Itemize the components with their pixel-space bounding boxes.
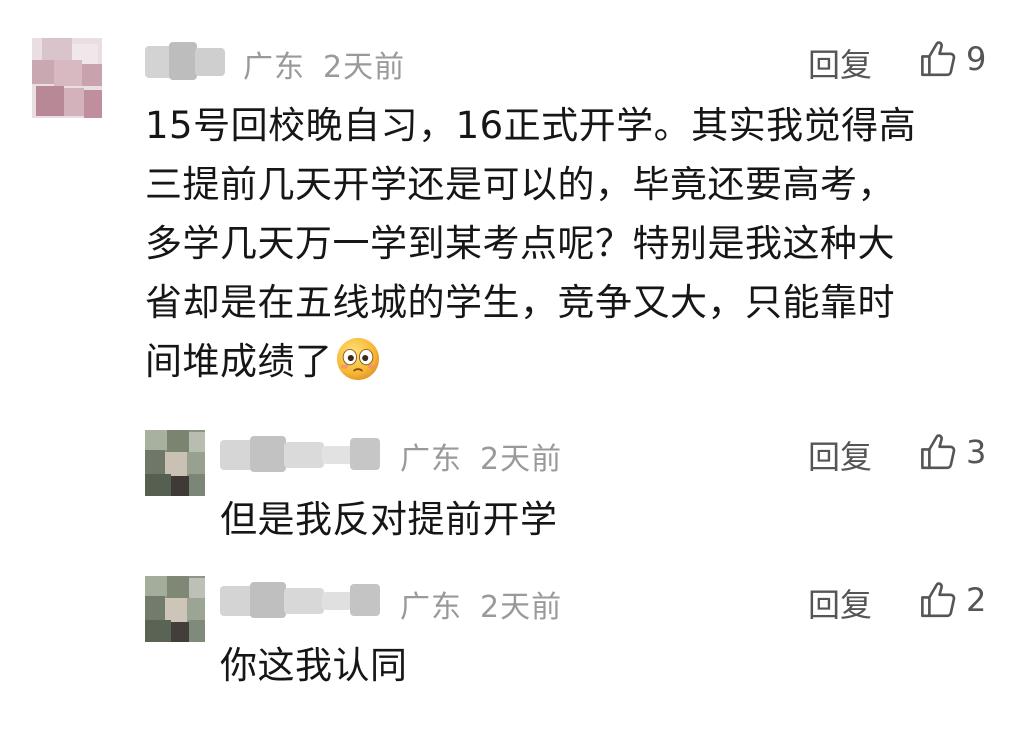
like-count: 2	[966, 581, 987, 619]
comment-meta: 广东 2天前	[400, 434, 562, 478]
time-label: 2天前	[323, 50, 406, 85]
comment-text-line: 15号回校晚自习，16正式开学。其实我觉得高	[145, 104, 917, 147]
username-blurred[interactable]	[220, 578, 382, 622]
thumbs-up-icon	[918, 431, 960, 473]
comment-text: 15号回校晚自习，16正式开学。其实我觉得高 三提前几天开学还是可以的，毕竟还要…	[145, 96, 916, 391]
reply-text: 你这我认同	[220, 644, 408, 687]
time-label: 2天前	[480, 590, 563, 625]
like-button[interactable]: 2	[918, 579, 986, 621]
avatar[interactable]	[32, 38, 102, 118]
reply-button[interactable]: 回复	[808, 432, 872, 478]
username-blurred[interactable]	[145, 40, 227, 84]
username-blurred[interactable]	[220, 432, 382, 476]
like-count: 3	[966, 433, 987, 471]
comment-text-line: 省却是在五线城的学生，竞争又大，只能靠时	[145, 281, 895, 324]
reply-text: 但是我反对提前开学	[220, 498, 558, 541]
like-count: 9	[966, 40, 987, 78]
comment-text-line: 间堆成绩了	[145, 340, 333, 383]
comment-meta: 广东 2天前	[243, 42, 405, 86]
comment-text-line: 三提前几天开学还是可以的，毕竟还要高考，	[145, 163, 895, 206]
main-comment: 广东 2天前 回复 9 15号回校晚自习，16正式开学。其实我觉得高 三提前几天开…	[0, 0, 1029, 410]
location-label: 广东	[400, 590, 462, 625]
reply-button[interactable]: 回复	[808, 40, 872, 86]
location-label: 广东	[243, 50, 305, 85]
thumbs-up-icon	[918, 579, 960, 621]
time-label: 2天前	[480, 442, 563, 477]
like-button[interactable]: 9	[918, 38, 986, 80]
reply-comment: 广东 2天前 回复 2 你这我认同	[0, 568, 1029, 708]
avatar[interactable]	[145, 430, 205, 496]
reply-button[interactable]: 回复	[808, 580, 872, 626]
avatar[interactable]	[145, 576, 205, 642]
like-button[interactable]: 3	[918, 431, 986, 473]
flushed-face-emoji	[335, 336, 381, 382]
comment-text-line-last: 间堆成绩了	[145, 332, 916, 391]
thumbs-up-icon	[918, 38, 960, 80]
location-label: 广东	[400, 442, 462, 477]
comment-text-line: 多学几天万一学到某考点呢？特别是我这种大	[145, 222, 895, 265]
comment-meta: 广东 2天前	[400, 582, 562, 626]
reply-comment: 广东 2天前 回复 3 但是我反对提前开学	[0, 420, 1029, 560]
